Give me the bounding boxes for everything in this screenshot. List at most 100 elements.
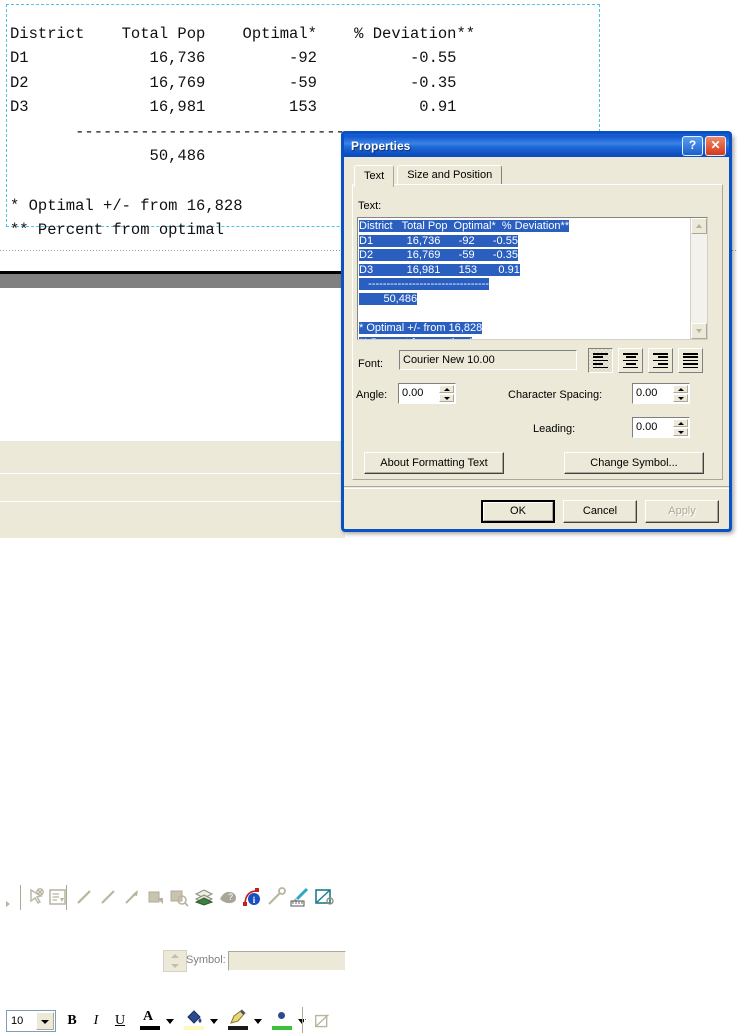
ok-button-label: OK	[483, 502, 553, 521]
line-color-caret-icon[interactable]	[254, 1019, 262, 1024]
rotate-element-icon[interactable]	[24, 885, 48, 909]
line-icon[interactable]	[72, 885, 96, 909]
tab-text[interactable]: Text	[354, 165, 395, 187]
leading-stepper[interactable]: 0.00	[632, 417, 690, 438]
lower-canvas-area[interactable]	[0, 288, 345, 440]
apply-button[interactable]: Apply	[645, 500, 719, 523]
text-editor-content[interactable]: District Total Pop Optimal* % Deviation*…	[359, 219, 689, 339]
toolbar-separator	[302, 1007, 305, 1033]
symbol-preview-field[interactable]	[228, 951, 346, 971]
font-color-caret-icon[interactable]	[166, 1019, 174, 1024]
character-spacing-value: 0.00	[636, 387, 658, 399]
fill-icon[interactable]	[144, 885, 168, 909]
marker-color-button[interactable]	[270, 1009, 294, 1031]
text-editor-scrollbar[interactable]	[690, 218, 707, 339]
angle-increment-icon[interactable]	[439, 385, 454, 393]
layers-icon[interactable]	[192, 885, 216, 909]
align-right-button[interactable]	[648, 348, 673, 373]
marker-color-swatch	[272, 1026, 292, 1030]
cancel-button[interactable]: Cancel	[563, 500, 637, 523]
line-color-button[interactable]	[226, 1009, 250, 1031]
scroll-down-icon[interactable]	[691, 323, 707, 339]
fill-color-swatch	[184, 1026, 204, 1030]
align-left-button[interactable]	[588, 348, 613, 373]
text-field-label: Text:	[358, 200, 382, 212]
align-center-icon	[623, 353, 638, 369]
angle-stepper-buttons[interactable]	[439, 385, 454, 402]
text-editor-selected-run: D3 16,981 153 0.91	[359, 263, 520, 276]
fill-color-button[interactable]	[182, 1009, 206, 1031]
font-field[interactable]: Courier New 10.00	[399, 350, 577, 370]
italic-button[interactable]: I	[86, 1011, 106, 1031]
font-toolbar[interactable]: 10 B I U A	[0, 501, 345, 1033]
align-center-button[interactable]	[618, 348, 643, 373]
text-editor-line	[359, 307, 689, 322]
zoom-select-icon[interactable]	[167, 885, 191, 909]
bold-button[interactable]: B	[62, 1011, 82, 1031]
tab-strip[interactable]: Text Size and Position	[354, 165, 503, 187]
text-editor-selected-run: * Optimal +/- from 16,828	[359, 322, 483, 335]
chevron-down-icon[interactable]	[36, 1012, 54, 1030]
line-color-swatch	[228, 1026, 248, 1030]
fill-color-caret-icon[interactable]	[210, 1019, 218, 1024]
leading-stepper-buttons[interactable]	[673, 419, 688, 436]
align-justify-button[interactable]	[678, 348, 703, 373]
ok-button[interactable]: OK	[481, 500, 555, 523]
help-icon[interactable]: ?	[682, 136, 703, 156]
character-spacing-stepper[interactable]: 0.00	[632, 383, 690, 404]
titlebar-buttons: ? ✕	[682, 136, 726, 156]
change-symbol-button[interactable]: Change Symbol...	[564, 452, 704, 474]
text-editor-selected-run: 50,486	[359, 292, 418, 305]
symbol-toolbar[interactable]: Symbol:	[0, 473, 346, 972]
marker-dot-icon	[278, 1012, 285, 1019]
text-editor-selected-run: D2 16,769 -59 -0.35	[359, 249, 518, 262]
line-thin-icon[interactable]	[96, 885, 120, 909]
text-editor-line: D2 16,769 -59 -0.35	[359, 248, 689, 263]
character-spacing-label: Character Spacing:	[508, 389, 603, 401]
text-editor-line: ** Percent from optimal	[359, 336, 689, 339]
text-editor[interactable]: District Total Pop Optimal* % Deviation*…	[357, 217, 708, 340]
svg-text:?: ?	[228, 892, 233, 902]
draw-toolbar[interactable]: ? i	[0, 440, 345, 910]
element-properties-icon[interactable]	[46, 885, 70, 909]
symbol-label: Symbol:	[186, 954, 226, 966]
ruler-pen-icon[interactable]	[288, 885, 312, 909]
angle-stepper[interactable]: 0.00	[398, 383, 456, 404]
text-editor-line: ---------------------------------	[359, 277, 689, 292]
text-editor-selected-run: ** Percent from optimal	[359, 336, 473, 339]
font-color-button[interactable]: A	[138, 1009, 162, 1031]
identify-shadow-icon[interactable]: ?	[216, 885, 240, 909]
text-editor-selected-run: D1 16,736 -92 -0.55	[359, 234, 518, 247]
align-right-icon	[653, 353, 668, 369]
character-spacing-increment-icon[interactable]	[673, 385, 688, 393]
leading-label: Leading:	[533, 423, 576, 435]
text-editor-line: D3 16,981 153 0.91	[359, 263, 689, 278]
font-color-glyph: A	[143, 1009, 154, 1024]
character-spacing-stepper-buttons[interactable]	[673, 385, 688, 402]
angle-decrement-icon[interactable]	[439, 394, 454, 402]
arrow-icon[interactable]	[120, 885, 144, 909]
angle-value: 0.00	[402, 387, 424, 399]
snap-icon[interactable]	[312, 885, 336, 909]
underline-button[interactable]: U	[110, 1011, 130, 1031]
text-editor-line: * Optimal +/- from 16,828	[359, 321, 689, 336]
size-stepper[interactable]	[163, 950, 187, 972]
drawing-menu-icon[interactable]	[312, 1010, 336, 1034]
leading-increment-icon[interactable]	[673, 419, 688, 427]
text-editor-selected-run: ---------------------------------	[359, 278, 490, 291]
select-elements-icon[interactable]	[0, 885, 24, 909]
leading-decrement-icon[interactable]	[673, 428, 688, 436]
scroll-up-icon[interactable]	[691, 218, 707, 234]
lollipop-icon[interactable]	[264, 885, 288, 909]
font-size-combo[interactable]: 10	[6, 1010, 56, 1032]
about-formatting-text-button[interactable]: About Formatting Text	[364, 452, 504, 474]
dialog-button-separator	[344, 486, 729, 489]
font-color-swatch	[140, 1026, 160, 1030]
close-icon[interactable]: ✕	[705, 136, 726, 156]
character-spacing-decrement-icon[interactable]	[673, 394, 688, 402]
measure-info-icon[interactable]: i	[240, 885, 264, 909]
align-left-icon	[593, 353, 608, 369]
tab-size-and-position[interactable]: Size and Position	[397, 165, 503, 185]
font-label: Font:	[358, 358, 384, 370]
dialog-titlebar[interactable]: Properties ? ✕	[341, 131, 732, 157]
